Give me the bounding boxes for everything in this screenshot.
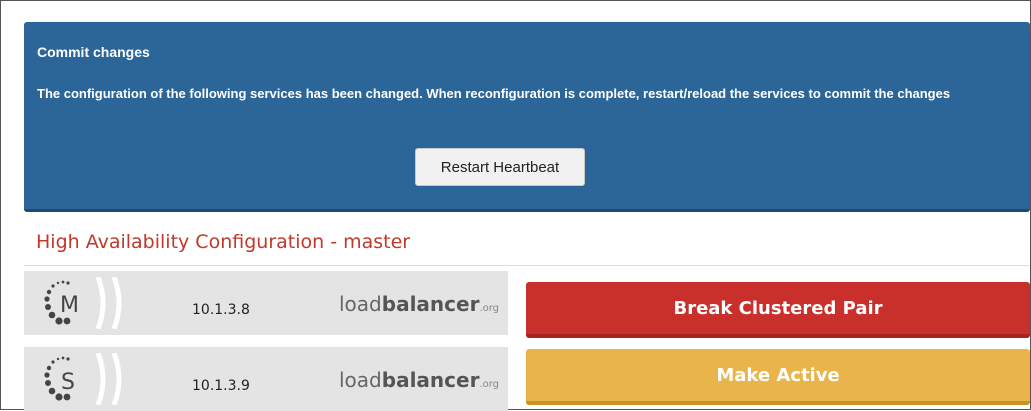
loadbalancer-logo: loadbalancer.org [339, 292, 500, 316]
role-letter-s: S [61, 370, 75, 395]
role-letter-m: M [60, 293, 79, 318]
node-ip-master: 10.1.3.8 [192, 302, 250, 318]
commit-title: Commit changes [37, 44, 150, 60]
loadbalancer-logo: loadbalancer.org [339, 368, 500, 392]
title-divider [24, 265, 1030, 266]
commit-message: The configuration of the following servi… [37, 86, 951, 101]
master-node-icon: M [44, 277, 122, 329]
restart-heartbeat-button[interactable]: Restart Heartbeat [415, 148, 585, 186]
break-clustered-pair-button[interactable]: Break Clustered Pair [526, 282, 1030, 338]
commit-changes-panel: Commit changes The configuration of the … [24, 22, 1030, 212]
node-ip-slave: 10.1.3.9 [192, 378, 250, 394]
slave-node-icon: S [44, 353, 122, 405]
make-active-button[interactable]: Make Active [526, 349, 1030, 405]
node-row-slave: S 10.1.3.9 loadbalancer.org [24, 347, 508, 411]
page-title: High Availability Configuration - master [36, 231, 411, 253]
node-row-master: M 10.1.3.8 loadbalancer.org [24, 271, 508, 335]
